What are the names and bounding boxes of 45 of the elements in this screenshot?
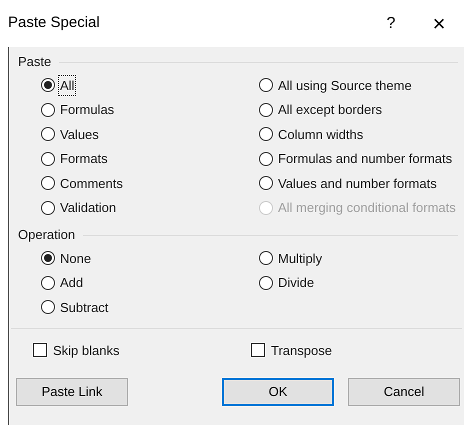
radio-button[interactable] [41,200,55,215]
radio-button[interactable] [41,251,55,266]
radio-label: All using Source theme [277,76,413,95]
radio-button[interactable] [41,152,55,166]
radio-label: Formulas [59,101,116,119]
checkbox[interactable] [251,343,265,358]
radio-label: Column widths [277,126,364,144]
radio-button[interactable] [41,102,55,117]
radio-button[interactable] [41,300,55,314]
dialog-button[interactable]: Cancel [348,378,460,406]
radio-button[interactable] [41,176,55,190]
checkbox[interactable] [33,343,47,358]
radio-label: Validation [59,199,118,217]
checkbox-label: Skip blanks [53,342,120,360]
radio-button[interactable] [41,127,55,142]
radio-label: Values and number formats [277,174,438,192]
radio-label: Multiply [277,250,324,268]
radio-label: Formulas and number formats [277,150,454,168]
radio-button[interactable] [41,78,55,92]
radio-label: Values [59,126,100,144]
radio-label: All merging conditional formats [277,199,457,217]
radio-label: Subtract [59,298,110,316]
radio-label: None [59,250,92,268]
radio-label: Add [59,274,84,292]
dialog-button[interactable]: Paste Link [16,378,128,406]
radio-button[interactable] [259,176,273,190]
checkbox-label: Transpose [271,342,332,360]
radio-button[interactable] [259,152,273,166]
radio-button[interactable] [259,127,273,142]
dialog-button[interactable]: OK [222,378,334,406]
radio-button[interactable] [259,102,273,117]
radio-button[interactable] [259,78,273,92]
radio-label: Divide [277,274,316,292]
radio-label: All [59,76,76,95]
close-button[interactable]: × [414,7,464,40]
radio-label: All except borders [277,101,384,119]
radio-button[interactable] [41,276,55,290]
radio-button[interactable] [259,251,273,266]
help-button[interactable]: ? [368,12,414,36]
group-label: Paste [18,53,52,72]
group-label: Operation [18,226,76,244]
radio-label: Comments [59,174,124,192]
radio-label: Formats [59,150,109,168]
window-title: Paste Special [8,13,101,34]
radio-button[interactable] [259,276,273,290]
